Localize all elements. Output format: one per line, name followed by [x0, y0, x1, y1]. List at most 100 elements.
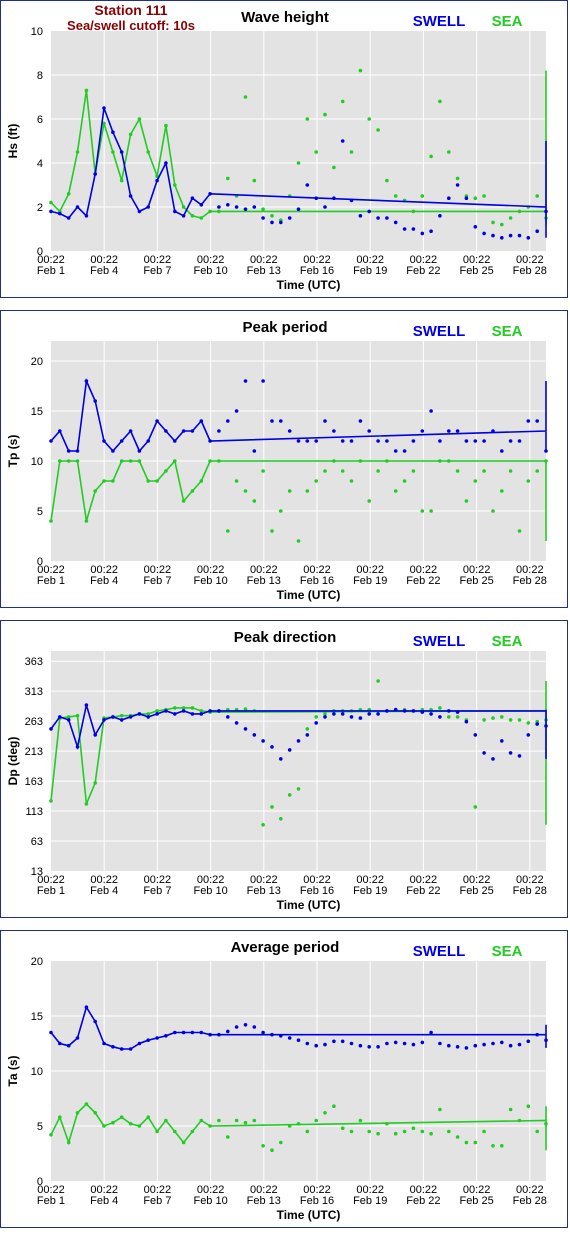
data-point-swell — [164, 161, 168, 165]
legend-sea: SEA — [492, 943, 523, 960]
data-point-sea — [111, 1120, 115, 1125]
data-point-swell — [349, 715, 354, 719]
data-point-swell — [208, 439, 212, 443]
data-point-swell — [332, 196, 336, 200]
data-point-swell — [181, 1030, 186, 1035]
data-point-sea — [49, 799, 53, 803]
data-point-sea — [93, 781, 97, 785]
data-point-swell — [358, 716, 363, 720]
data-point-swell — [358, 1043, 363, 1048]
data-point-sea — [420, 194, 425, 198]
data-point-swell — [190, 196, 195, 200]
data-point-swell — [173, 439, 177, 443]
data-point-swell — [314, 1043, 319, 1048]
data-point-swell — [208, 192, 212, 196]
data-point-sea — [482, 1129, 486, 1134]
data-point-swell — [305, 733, 310, 737]
data-point-sea — [111, 150, 115, 154]
x-tick-day: Feb 13 — [247, 265, 281, 277]
data-point-swell — [84, 1005, 89, 1009]
data-point-sea — [447, 459, 451, 463]
panel-peak-period: 0 5 10 15 20 00:22 Feb 1 00:22 Feb 4 00:22 Feb 7 00… — [0, 310, 568, 608]
data-point-sea — [137, 117, 142, 121]
data-point-sea — [261, 207, 265, 211]
x-tick-day: Feb 4 — [90, 575, 118, 587]
data-point-sea — [332, 165, 336, 170]
data-point-sea — [164, 469, 168, 473]
data-point-swell — [323, 715, 327, 719]
legend-sea: SEA — [492, 323, 523, 340]
data-point-sea — [305, 489, 310, 493]
data-point-sea — [544, 1122, 548, 1126]
legend-swell: SWELL — [413, 943, 466, 960]
data-point-sea — [146, 150, 150, 154]
data-point-swell — [287, 748, 292, 752]
data-point-swell — [508, 1043, 513, 1048]
data-point-sea — [544, 459, 548, 463]
data-point-sea — [332, 1104, 336, 1108]
data-point-swell — [119, 1047, 124, 1051]
data-point-sea — [58, 1115, 62, 1119]
data-point-sea — [420, 509, 425, 513]
y-tick-label: 5 — [37, 506, 43, 518]
data-point-swell — [429, 409, 433, 413]
data-point-sea — [491, 509, 495, 513]
data-point-sea — [491, 716, 495, 720]
data-point-swell — [411, 709, 416, 713]
data-point-sea — [517, 209, 522, 214]
data-point-swell — [464, 439, 469, 443]
data-point-sea — [102, 479, 106, 483]
data-point-sea — [243, 1120, 248, 1125]
x-tick-day: Feb 16 — [300, 1195, 334, 1207]
x-tick-day: Feb 25 — [459, 575, 493, 587]
data-point-sea — [367, 499, 372, 503]
y-axis-title: Ta (s) — [6, 1055, 20, 1086]
data-point-sea — [128, 1122, 133, 1126]
data-point-sea — [252, 499, 257, 503]
data-point-sea — [146, 1115, 150, 1119]
data-point-swell — [455, 710, 460, 714]
data-point-sea — [455, 469, 460, 473]
y-tick-label: 363 — [25, 656, 43, 668]
x-tick-day: Feb 1 — [37, 575, 65, 587]
data-point-sea — [367, 117, 372, 121]
data-point-swell — [75, 745, 80, 749]
data-point-swell — [535, 722, 539, 726]
data-point-swell — [58, 1041, 62, 1046]
data-point-sea — [84, 802, 89, 806]
y-tick-label: 2 — [37, 202, 43, 214]
data-point-sea — [226, 529, 230, 533]
data-point-swell — [455, 429, 460, 433]
y-tick-label: 163 — [25, 776, 43, 788]
data-point-swell — [349, 1041, 354, 1046]
data-point-swell — [279, 757, 283, 761]
x-tick-day: Feb 19 — [353, 575, 387, 587]
chart-title: Peak direction — [234, 629, 337, 646]
data-point-swell — [376, 712, 380, 716]
data-point-sea — [491, 220, 495, 225]
data-point-swell — [217, 1032, 221, 1037]
data-point-swell — [429, 229, 433, 233]
data-point-swell — [296, 739, 301, 743]
data-point-swell — [270, 745, 274, 749]
data-point-swell — [75, 449, 80, 453]
data-point-swell — [473, 1043, 478, 1048]
data-point-swell — [234, 1025, 239, 1029]
x-axis-title: Time (UTC) — [277, 1208, 341, 1222]
data-point-sea — [376, 1131, 380, 1136]
data-point-sea — [75, 713, 80, 718]
x-tick-day: Feb 28 — [513, 265, 547, 277]
data-point-swell — [181, 214, 186, 218]
y-tick-label: 213 — [25, 746, 43, 758]
data-point-swell — [464, 719, 469, 724]
data-point-sea — [473, 479, 478, 483]
data-point-swell — [544, 209, 548, 214]
data-point-sea — [340, 469, 345, 473]
data-point-sea — [420, 1129, 425, 1134]
data-point-sea — [305, 727, 310, 731]
chart-title: Average period — [231, 939, 340, 956]
data-point-swell — [84, 379, 89, 383]
data-point-swell — [367, 712, 372, 716]
data-point-swell — [473, 733, 478, 737]
data-point-sea — [287, 793, 292, 797]
